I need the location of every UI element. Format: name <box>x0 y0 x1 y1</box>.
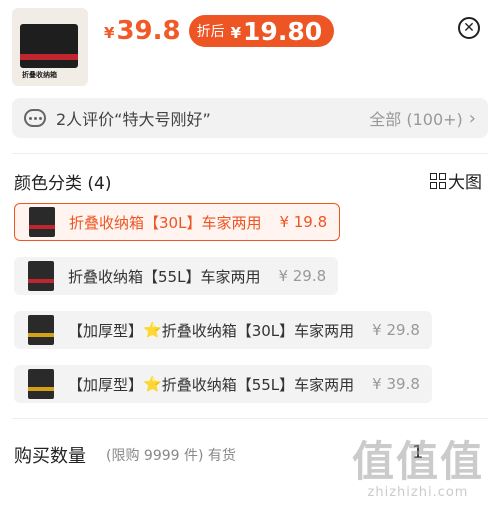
option-thumbnail <box>28 315 54 345</box>
review-summary-bar[interactable]: 2人评价“特大号刚好” 全部 (100+) › <box>12 98 488 138</box>
watermark-logo: 值值值 <box>351 437 484 486</box>
discount-tag: 折后 <box>196 24 225 40</box>
discount-price: 19.80 <box>243 16 323 46</box>
review-summary-text: 2人评价“特大号刚好” <box>56 110 211 129</box>
product-image-box <box>20 24 78 68</box>
product-thumb-label: 折叠收纳箱 <box>22 71 57 79</box>
option-label: 折叠收纳箱【30L】车家两用 <box>69 213 262 232</box>
price-row: ¥ 39.8 折后 ¥ 19.80 <box>104 14 335 48</box>
option-prefix: 【加厚型】 <box>68 321 144 340</box>
discount-currency: ¥ <box>230 23 242 42</box>
big-image-label: 大图 <box>448 173 482 193</box>
option-label: 折叠收纳箱【55L】车家两用 <box>161 375 355 394</box>
color-section-title: 颜色分类 (4) <box>14 174 112 194</box>
divider <box>12 418 488 419</box>
star-icon: ⭐ <box>143 321 162 339</box>
option-label: 折叠收纳箱【30L】车家两用 <box>161 321 355 340</box>
quantity-label: 购买数量 <box>14 446 86 467</box>
option-thumbnail <box>28 369 54 399</box>
option-label: 折叠收纳箱【55L】车家两用 <box>68 267 261 286</box>
discount-price-badge: 折后 ¥ 19.80 <box>188 15 335 47</box>
currency-symbol: ¥ <box>104 24 115 42</box>
quantity-limit-text: (限购 9999 件) 有货 <box>106 448 236 464</box>
grid-icon <box>430 172 446 189</box>
chevron-right-icon: › <box>468 107 476 129</box>
original-price: 39.8 <box>116 16 181 46</box>
option-price: ¥ 29.8 <box>372 321 420 339</box>
big-image-button[interactable]: 大图 <box>430 168 482 193</box>
option-thumbnail <box>29 207 55 237</box>
option-price: ¥ 29.8 <box>278 267 327 285</box>
all-reviews-link[interactable]: 全部 (100+) <box>369 106 463 130</box>
option-price: ¥ 19.8 <box>279 213 328 231</box>
option-thumbnail <box>28 261 54 291</box>
chat-bubble-icon <box>24 109 46 127</box>
color-option[interactable]: 【加厚型】 ⭐ 折叠收纳箱【55L】车家两用 ¥ 39.8 <box>14 365 432 403</box>
option-prefix: 【加厚型】 <box>68 375 144 394</box>
product-thumbnail[interactable]: 折叠收纳箱 <box>12 8 88 86</box>
divider <box>12 153 488 154</box>
watermark: 值值值 zhizhizhi.com <box>340 428 496 500</box>
star-icon: ⭐ <box>143 375 162 393</box>
color-option[interactable]: 折叠收纳箱【55L】车家两用 ¥ 29.8 <box>14 257 339 295</box>
product-image-band <box>20 54 78 60</box>
close-icon[interactable]: ✕ <box>458 17 480 39</box>
option-price: ¥ 39.8 <box>372 375 420 393</box>
color-option[interactable]: 【加厚型】 ⭐ 折叠收纳箱【30L】车家两用 ¥ 29.8 <box>14 311 432 349</box>
color-option[interactable]: 折叠收纳箱【30L】车家两用 ¥ 19.8 <box>14 203 341 241</box>
